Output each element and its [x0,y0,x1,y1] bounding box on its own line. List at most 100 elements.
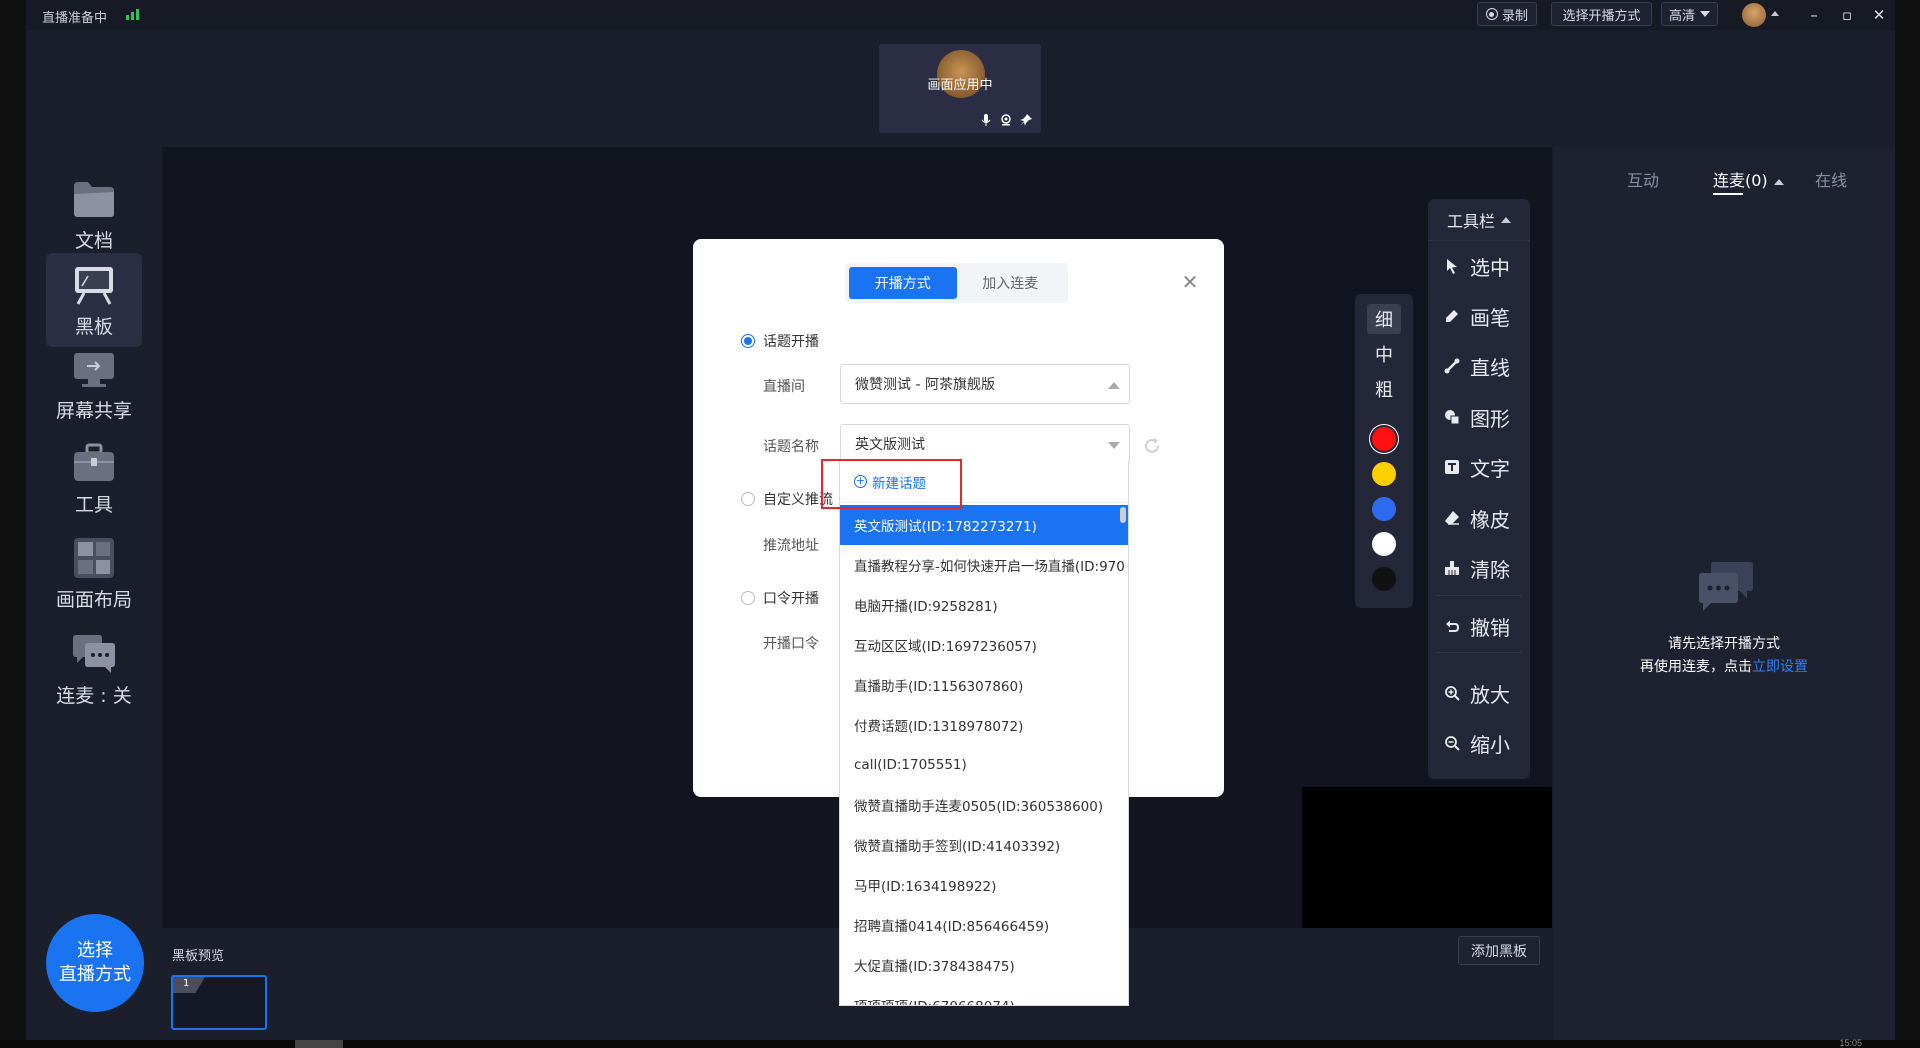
dropdown-scrollbar[interactable] [1120,507,1126,523]
list-item[interactable]: 马甲(ID:1634198922) [840,865,1128,905]
sidebar-item-tools[interactable]: 工具 [46,431,142,525]
caret-up-icon[interactable] [1771,11,1779,16]
close-icon[interactable]: ✕ [1179,270,1201,294]
zoom-in-icon [1442,683,1462,703]
tool-pen[interactable]: 画笔 [1442,301,1510,331]
toolbar-header[interactable]: 工具栏 [1428,199,1530,241]
room-select[interactable]: 微赞测试 - 阿茶旗舰版 [840,364,1130,404]
tool-clear[interactable]: 清除 [1442,553,1510,583]
list-item[interactable]: 微赞直播助手连麦0505(ID:360538600) [840,785,1128,825]
stroke-thin[interactable]: 细 [1367,304,1401,334]
clear-icon [1442,558,1462,578]
folder-icon [70,176,118,222]
camera-status-label: 画面应用中 [927,78,993,93]
line-icon [1442,356,1462,376]
topic-name-label: 话题名称 [763,439,819,455]
pin-icon[interactable] [1019,113,1033,127]
camera-tile[interactable]: 画面应用中 [879,44,1041,133]
restore-button[interactable]: ▫ [1836,4,1858,26]
list-item[interactable]: 招聘直播0414(ID:856466459) [840,905,1128,945]
microphone-icon[interactable] [979,113,993,127]
list-item[interactable]: 直播助手(ID:1156307860) [840,665,1128,705]
sidebar-item-screen-share[interactable]: 屏幕共享 [46,337,142,431]
option-topic-broadcast[interactable]: 话题开播 [741,331,819,351]
title-bar: 直播准备中 录制 选择开播方式 高清 – ▫ ✕ [26,0,1895,30]
room-label: 直播间 [763,379,805,395]
caret-up-icon [1773,178,1784,185]
dialog-tabs: 开播方式 加入连麦 [845,263,1068,303]
list-item[interactable]: 互动区区域(ID:1697236057) [840,625,1128,665]
list-item[interactable]: 项项项项(ID:670668074) [840,985,1128,1005]
select-live-mode-button[interactable]: 选择 直播方式 [46,914,144,1012]
option-custom-push[interactable]: 自定义推流 [741,489,833,509]
record-button[interactable]: 录制 [1477,2,1537,26]
empty-chat-icon [1699,562,1753,611]
board-thumbnail-number: 1 [183,978,190,989]
radio-unchecked [741,591,755,605]
tool-text[interactable]: 文字 [1442,452,1510,482]
pen-icon [1442,306,1462,326]
color-swatch-yellow[interactable] [1372,462,1396,486]
refresh-icon[interactable] [1142,436,1162,456]
list-item[interactable]: 英文版测试(ID:1782273271) [840,505,1128,545]
text-icon [1442,457,1462,477]
co-host-hint-line2: 再使用连麦，点击立即设置 [1640,659,1808,675]
board-thumbnail[interactable]: 1 [171,975,267,1030]
left-sidebar: 文档 黑板 屏幕共享 工具 画面布局 连麦: 关 选择 直播方式 [26,147,162,1040]
minimize-button[interactable]: – [1803,4,1825,26]
list-item[interactable]: 微赞直播助手签到(ID:41403392) [840,825,1128,865]
tab-broadcast-mode[interactable]: 开播方式 [849,267,957,299]
tab-interaction[interactable]: 互动 [1627,167,1659,191]
chevron-up-icon [1108,382,1120,389]
list-item[interactable]: call(ID:1705551) [840,745,1128,785]
color-swatch-red[interactable] [1372,427,1396,451]
close-window-button[interactable]: ✕ [1868,4,1890,26]
right-panel: 互动 连麦(0) 在线 请先选择开播方式 再使用连麦，点击立即设置 [1553,147,1895,1040]
taskbar-clock: 15:05 [1839,1038,1862,1048]
quality-dropdown[interactable]: 高清 [1661,2,1718,26]
list-item[interactable]: 大促直播(ID:378438475) [840,945,1128,985]
tool-shape[interactable]: 图形 [1442,402,1510,432]
live-status-text: 直播准备中 [42,11,108,26]
stroke-thick[interactable]: 粗 [1367,374,1401,404]
chevron-down-icon [1108,442,1120,449]
option-password-broadcast[interactable]: 口令开播 [741,588,819,608]
camera-icon[interactable] [999,113,1013,127]
video-preview [1302,787,1552,928]
blackboard-icon [70,262,118,308]
tab-join-co-host[interactable]: 加入连麦 [957,267,1065,299]
tab-online[interactable]: 在线 [1815,167,1847,191]
topic-select[interactable]: 英文版测试 [840,424,1130,464]
tool-zoom-in[interactable]: 放大 [1442,678,1510,708]
add-blackboard-button[interactable]: 添加黑板 [1458,936,1540,965]
color-swatch-white[interactable] [1372,532,1396,556]
avatar[interactable] [1742,3,1766,27]
undo-icon [1442,616,1462,636]
tool-undo[interactable]: 撤销 [1442,611,1510,641]
setup-now-link[interactable]: 立即设置 [1752,659,1808,675]
color-swatch-blue[interactable] [1372,497,1396,521]
push-url-label: 推流地址 [763,538,819,554]
stroke-medium[interactable]: 中 [1367,339,1401,369]
tool-zoom-out[interactable]: 缩小 [1442,728,1510,758]
sidebar-item-layout[interactable]: 画面布局 [46,526,142,620]
stroke-color-panel: 细 中 粗 [1355,294,1413,608]
taskbar-strip: 15:05 [0,1038,1920,1048]
list-item[interactable]: 电脑开播(ID:9258281) [840,585,1128,625]
list-item[interactable]: 直播教程分享-如何快速开启一场直播(ID:970 [840,545,1128,585]
list-item[interactable]: 付费话题(ID:1318978072) [840,705,1128,745]
monitor-share-icon [70,346,118,392]
color-swatch-black[interactable] [1372,567,1396,591]
sidebar-item-co-host[interactable]: 连麦 : 关 [46,622,142,716]
tool-select[interactable]: 选中 [1442,251,1510,281]
tool-eraser[interactable]: 橡皮 [1442,503,1510,533]
sidebar-item-blackboard[interactable]: 黑板 [46,253,142,347]
topic-list: 英文版测试(ID:1782273271) 直播教程分享-如何快速开启一场直播(ID… [840,505,1128,1005]
caret-up-icon [1501,216,1511,223]
tool-line[interactable]: 直线 [1442,351,1510,381]
tab-co-host[interactable]: 连麦(0) [1713,167,1784,195]
radio-checked [741,334,755,348]
sidebar-item-documents[interactable]: 文档 [46,167,142,261]
select-broadcast-mode-button[interactable]: 选择开播方式 [1551,2,1652,26]
signal-strength-icon [126,9,142,20]
